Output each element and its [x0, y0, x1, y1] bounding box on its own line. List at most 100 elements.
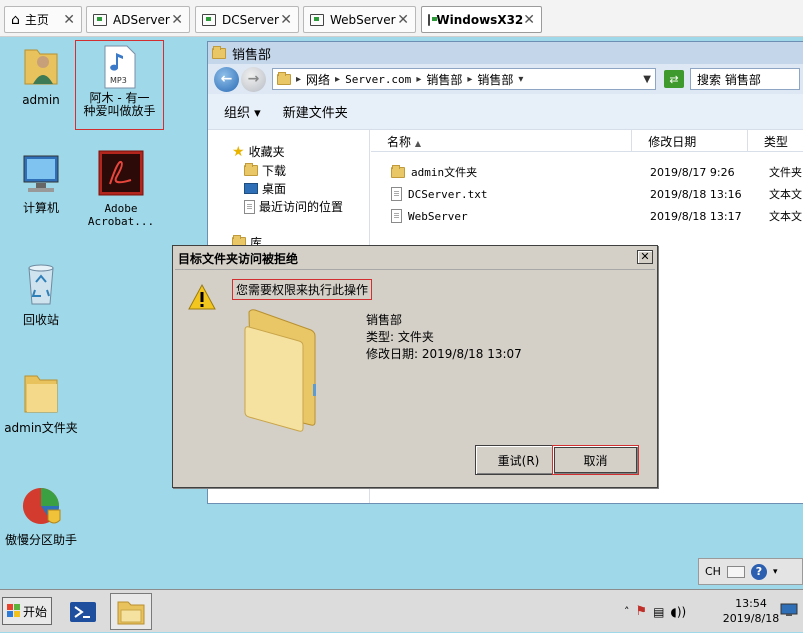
- dialog-title: 目标文件夹访问被拒绝: [178, 252, 299, 266]
- tab-webserver[interactable]: WebServer ✕: [303, 6, 416, 33]
- desktop-icon-admin[interactable]: admin: [1, 42, 81, 107]
- desktop-icon-label: admin: [22, 93, 60, 107]
- explorer-icon: [117, 601, 145, 624]
- close-button[interactable]: ✕: [637, 250, 653, 264]
- cancel-button[interactable]: 取消: [552, 445, 639, 475]
- folder-icon: [24, 375, 58, 413]
- nav-favorites[interactable]: ★ 收藏夹: [232, 143, 285, 160]
- tab-dcserver[interactable]: DCServer ✕: [195, 6, 299, 33]
- text-file-icon: [391, 187, 402, 201]
- search-input[interactable]: 搜索 销售部: [690, 68, 800, 90]
- volume-icon[interactable]: ◖)): [671, 605, 687, 619]
- breadcrumb-item[interactable]: 销售部: [426, 71, 462, 88]
- desktop-icon-computer[interactable]: 计算机: [1, 152, 81, 215]
- recent-places-icon: [244, 199, 255, 214]
- close-icon[interactable]: ✕: [280, 12, 292, 28]
- refresh-button[interactable]: ⇄: [664, 70, 684, 88]
- breadcrumb-item[interactable]: Server.com: [345, 73, 411, 86]
- mp3-file-icon: MP3: [104, 45, 135, 89]
- dialog-titlebar[interactable]: 目标文件夹访问被拒绝: [175, 248, 655, 270]
- folder-icon: [277, 71, 291, 85]
- nav-downloads[interactable]: 下载: [244, 162, 286, 179]
- desktop-icon-recycle-bin[interactable]: 回收站: [1, 262, 81, 327]
- folder-icon: [391, 164, 405, 178]
- close-icon[interactable]: ✕: [397, 12, 409, 28]
- desktop-icon-label: Acrobat...: [87, 215, 155, 228]
- column-date[interactable]: 修改日期: [632, 130, 748, 151]
- column-name[interactable]: 名称 ▲: [371, 130, 633, 151]
- partition-assistant-icon: [22, 488, 61, 524]
- close-icon[interactable]: ✕: [63, 12, 75, 28]
- windows-logo-icon: [6, 604, 20, 617]
- taskbar: 开始 ˄ ⚑ ▤ ◖)) 13:54 2019/8/18: [0, 589, 803, 632]
- keyboard-icon[interactable]: [726, 565, 745, 578]
- column-header: 名称 ▲ 修改日期 类型: [371, 130, 803, 152]
- chevron-down-icon[interactable]: ▾: [518, 74, 523, 85]
- dropdown-arrow-icon[interactable]: ▼: [643, 74, 651, 85]
- language-bar: CH ? ▾: [698, 558, 803, 585]
- back-button[interactable]: ←: [214, 66, 239, 92]
- tab-label: 主页: [24, 13, 49, 27]
- vm-icon: [428, 13, 439, 26]
- downloads-folder-icon: [244, 163, 258, 176]
- item-name: 销售部: [366, 313, 403, 327]
- close-icon[interactable]: ✕: [523, 12, 535, 28]
- file-row[interactable]: admin文件夹 2019/8/17 9:26 文件夹: [371, 162, 803, 182]
- nav-recent-places[interactable]: 最近访问的位置: [244, 198, 343, 215]
- file-date: 2019/8/17 9:26: [650, 165, 735, 179]
- start-button[interactable]: 开始: [2, 597, 52, 625]
- item-details: 销售部 类型: 文件夹 修改日期: 2019/8/18 13:07: [366, 312, 522, 363]
- svg-text:MP3: MP3: [110, 76, 127, 85]
- chevron-up-icon[interactable]: ˄: [624, 605, 630, 618]
- desktop-icon-partition-assistant[interactable]: 傲慢分区助手: [1, 484, 81, 547]
- language-indicator[interactable]: CH: [705, 565, 721, 578]
- help-icon[interactable]: ?: [750, 563, 767, 580]
- vm-icon: [93, 13, 107, 26]
- tab-home[interactable]: ⌂ 主页 ✕: [4, 6, 82, 33]
- nav-desktop[interactable]: 桌面: [244, 180, 286, 197]
- system-tray: ˄ ⚑ ▤ ◖)): [624, 590, 686, 633]
- desktop-icon-acrobat[interactable]: Adobe Acrobat...: [81, 150, 161, 228]
- organize-button[interactable]: 组织 ▾: [224, 102, 261, 121]
- address-bar[interactable]: ▸ 网络 ▸ Server.com ▸ 销售部 ▸ 销售部 ▾ ▼: [272, 68, 656, 90]
- explorer-title: 销售部: [232, 47, 272, 63]
- retry-button[interactable]: 重试(R): [475, 445, 562, 475]
- desktop-icon-admin-folder[interactable]: admin文件夹: [1, 370, 81, 435]
- dialog-message: 您需要权限来执行此操作: [232, 279, 373, 300]
- column-type[interactable]: 类型: [748, 130, 803, 151]
- forward-button[interactable]: →: [241, 66, 266, 92]
- recycle-bin-icon: [28, 264, 54, 305]
- file-row[interactable]: DCServer.txt 2019/8/18 13:16 文本文: [371, 184, 803, 204]
- tab-label: DCServer: [222, 12, 279, 27]
- breadcrumb-item[interactable]: 网络: [306, 71, 330, 88]
- tab-adserver[interactable]: ADServer ✕: [86, 6, 190, 33]
- show-desktop-button[interactable]: [780, 603, 798, 617]
- chevron-right-icon: ▸: [416, 73, 422, 85]
- desktop-icon-mp3[interactable]: MP3 阿木 - 有一 种爱叫做放手: [75, 40, 164, 130]
- new-folder-button[interactable]: 新建文件夹: [283, 102, 348, 121]
- breadcrumb-item[interactable]: 销售部: [477, 71, 513, 88]
- access-denied-dialog[interactable]: 目标文件夹访问被拒绝 ✕ 您需要权限来执行此操作 销售部 类型: 文件夹 修改日…: [172, 245, 658, 488]
- folder-icon: [244, 309, 316, 432]
- tab-windowsx32[interactable]: WindowsX32 ✕: [421, 6, 542, 33]
- network-icon[interactable]: ▤: [653, 605, 664, 619]
- action-center-icon[interactable]: ⚑: [636, 604, 648, 619]
- taskbar-powershell[interactable]: [62, 593, 104, 630]
- clock-time: 13:54: [735, 597, 767, 610]
- file-row[interactable]: WebServer 2019/8/18 13:17 文本文: [371, 206, 803, 226]
- desktop-icon: [244, 183, 258, 194]
- file-type: 文本文: [769, 210, 802, 223]
- vm-tab-bar: ⌂ 主页 ✕ ADServer ✕ DCServer ✕ WebServer ✕…: [0, 0, 803, 37]
- taskbar-explorer[interactable]: [110, 593, 152, 630]
- chevron-right-icon: ▸: [335, 73, 341, 85]
- chevron-right-icon: ▸: [296, 73, 302, 85]
- home-icon: ⌂: [11, 11, 20, 28]
- computer-icon: [23, 155, 59, 192]
- desktop-icon-label: 计算机: [22, 201, 59, 215]
- chevron-down-icon[interactable]: ▾: [773, 567, 778, 577]
- close-icon[interactable]: ✕: [171, 12, 183, 28]
- item-type: 类型: 文件夹: [366, 330, 434, 344]
- star-icon: ★: [232, 143, 245, 160]
- explorer-titlebar[interactable]: 销售部: [208, 42, 803, 64]
- clock[interactable]: 13:54 2019/8/18: [718, 596, 784, 626]
